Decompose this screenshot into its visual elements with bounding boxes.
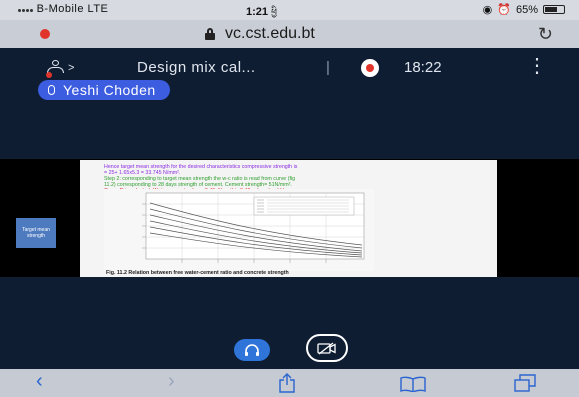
meeting-timer: 18:22 — [404, 59, 442, 76]
reload-icon[interactable]: ↻ — [538, 24, 553, 45]
strength-curve-figure — [104, 189, 374, 271]
url-text: vc.cst.edu.bt — [225, 25, 315, 42]
recording-indicator-icon — [40, 29, 50, 39]
share-icon[interactable] — [278, 373, 296, 393]
alarm-icon: ⏰ — [497, 4, 511, 16]
meeting-controls — [0, 277, 579, 369]
url-bar[interactable]: vc.cst.edu.bt ↻ — [0, 20, 579, 48]
active-speaker-badge: Yeshi Choden — [38, 80, 170, 100]
headphones-icon — [245, 343, 259, 356]
header-separator: | — [326, 59, 330, 76]
recording-icon — [361, 59, 379, 77]
meeting-title: Design mix cal... — [137, 59, 256, 76]
video-off-icon — [317, 341, 336, 355]
lock-icon — [205, 28, 215, 40]
bookmarks-icon[interactable] — [400, 376, 426, 392]
screen: B-Mobile LTE 1:21 ཕྱི ◉ ⏰ 65% vc.cst.edu… — [0, 0, 579, 397]
video-button[interactable] — [306, 334, 348, 362]
address-field[interactable]: vc.cst.edu.bt — [205, 25, 315, 43]
more-menu-icon[interactable]: ⋮ — [527, 56, 547, 76]
signal-icon — [18, 9, 33, 12]
microphone-icon — [48, 85, 55, 95]
battery-icon — [543, 5, 565, 14]
battery-percent: 65% — [515, 3, 538, 16]
target-mean-strength-callout: Target mean strength — [16, 218, 56, 248]
audio-button[interactable] — [234, 339, 270, 361]
tabs-icon[interactable] — [514, 374, 536, 392]
back-icon[interactable]: ‹ — [36, 371, 43, 391]
status-bar: B-Mobile LTE 1:21 ཕྱི ◉ ⏰ 65% — [0, 0, 579, 20]
clock-suffix: ཕྱི — [271, 7, 277, 17]
figure-caption: Fig. 11.2 Relation between free water-ce… — [106, 270, 289, 276]
speaker-name: Yeshi Choden — [63, 82, 156, 98]
video-area-top — [0, 90, 579, 159]
carrier-label: B-Mobile LTE — [18, 3, 108, 15]
browser-toolbar: ‹ › — [0, 369, 579, 397]
location-icon: ◉ — [482, 4, 493, 16]
forward-icon[interactable]: › — [168, 371, 175, 391]
battery-fill — [545, 7, 557, 12]
status-right: ◉ ⏰ 65% — [483, 3, 565, 16]
participants-icon[interactable]: > — [46, 60, 74, 78]
